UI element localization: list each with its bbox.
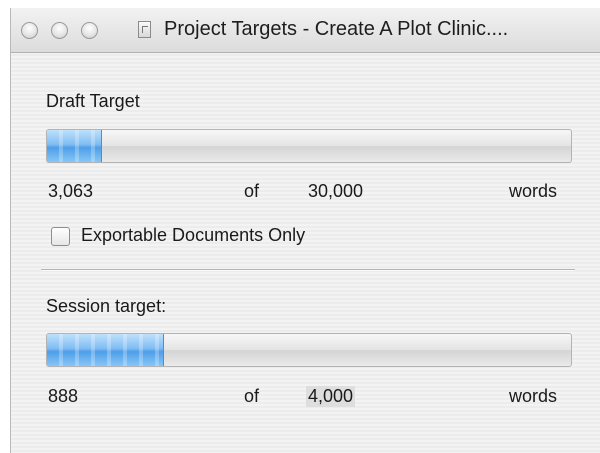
draft-progress-fill bbox=[47, 130, 102, 162]
session-current-count: 888 bbox=[48, 386, 79, 406]
draft-target-value[interactable]: 30,000 bbox=[308, 181, 363, 202]
title-bar[interactable]: Project Targets - Create A Plot Clinic..… bbox=[11, 8, 600, 53]
exportable-documents-checkbox[interactable] bbox=[51, 227, 70, 246]
draft-target-progress-bar bbox=[46, 129, 572, 163]
session-target-label: Session target: bbox=[46, 296, 167, 316]
draft-of-label: of bbox=[244, 181, 260, 201]
exportable-documents-label[interactable]: Exportable Documents Only bbox=[81, 225, 305, 246]
minimize-icon[interactable] bbox=[51, 22, 68, 39]
session-target-value-field[interactable]: 4,000 bbox=[306, 386, 356, 407]
session-unit-label: words bbox=[509, 386, 558, 406]
draft-current-count: 3,063 bbox=[48, 181, 94, 201]
session-of-label: of bbox=[244, 386, 260, 406]
section-separator bbox=[41, 269, 575, 271]
draft-unit-label: words bbox=[509, 181, 558, 201]
session-progress-fill bbox=[47, 334, 165, 366]
session-target-progress-bar bbox=[46, 333, 572, 367]
close-icon[interactable] bbox=[21, 22, 38, 39]
project-targets-window: Project Targets - Create A Plot Clinic..… bbox=[10, 8, 600, 453]
zoom-icon[interactable] bbox=[81, 22, 98, 39]
window-title: Project Targets - Create A Plot Clinic..… bbox=[164, 18, 509, 40]
draft-target-label: Draft Target bbox=[46, 91, 140, 111]
document-icon[interactable] bbox=[138, 21, 151, 38]
